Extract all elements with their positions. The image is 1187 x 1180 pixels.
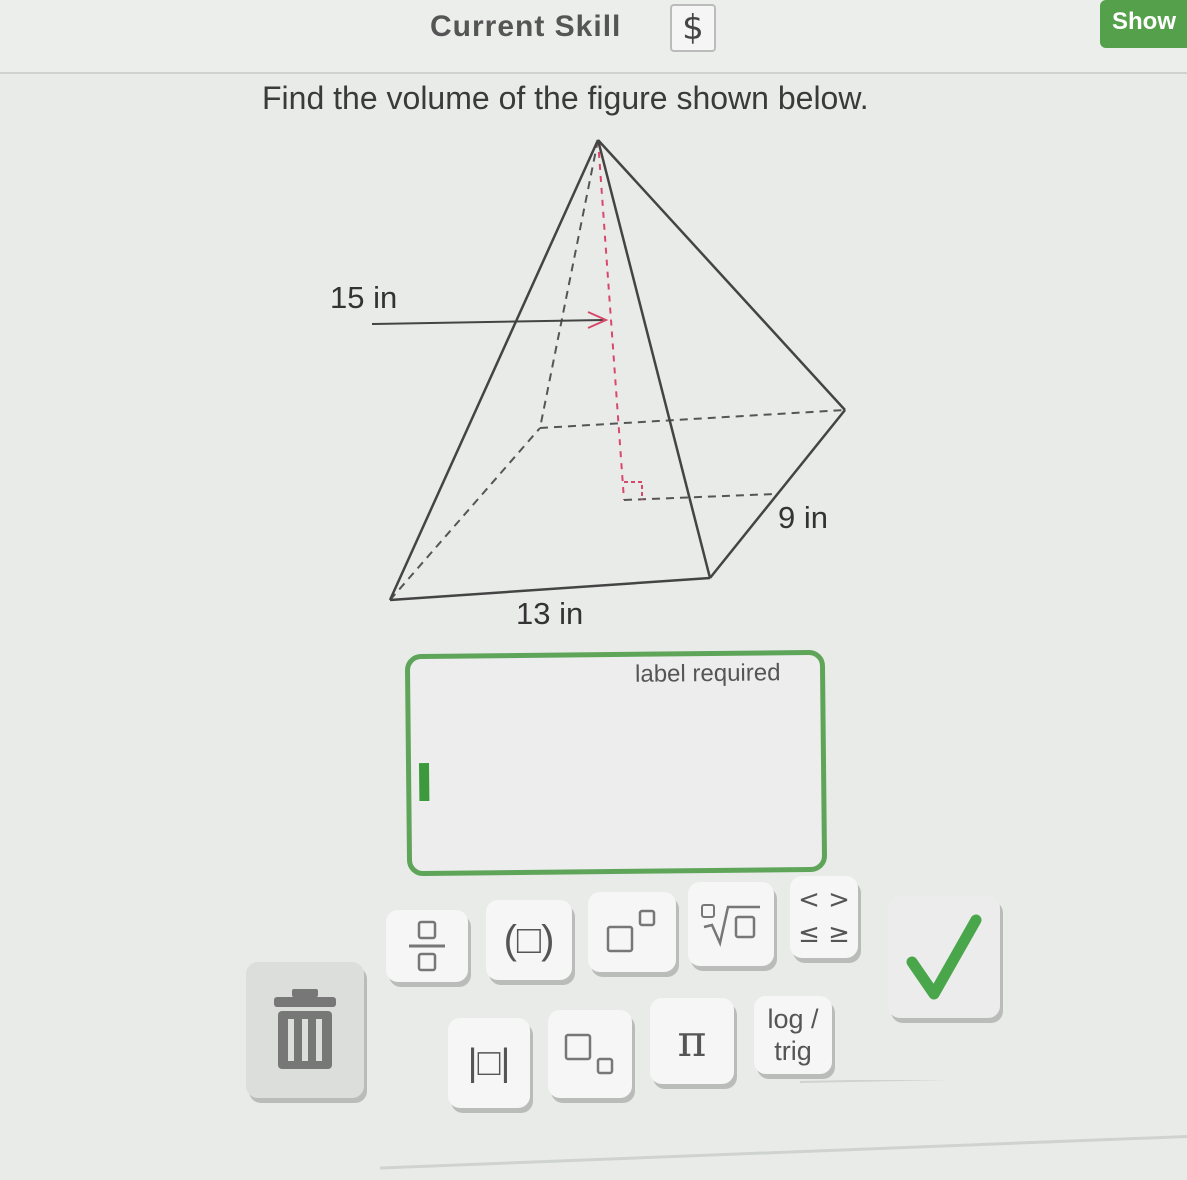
depth-label: 9 in xyxy=(778,500,828,535)
desk-edge xyxy=(380,1080,1187,1170)
inequalities-button[interactable]: < > ≤ ≥ xyxy=(790,876,858,958)
trig-label: trig xyxy=(774,1036,812,1066)
trash-icon xyxy=(274,989,336,1069)
inequality-row-strict: < > xyxy=(798,885,850,915)
hidden-base-edge-left xyxy=(389,427,541,601)
pyramid-figure xyxy=(371,139,846,602)
hidden-apex-edge xyxy=(539,139,599,429)
right-angle-marker xyxy=(624,481,643,500)
trash-button[interactable] xyxy=(246,962,364,1098)
lateral-edge-right xyxy=(597,139,846,411)
foot-to-edge-line xyxy=(623,493,776,501)
exponent-button[interactable] xyxy=(588,892,676,972)
answer-input[interactable]: label required xyxy=(404,649,828,877)
width-label: 13 in xyxy=(516,596,584,631)
base-edge-right xyxy=(709,409,846,579)
log-label: log / xyxy=(767,1004,819,1034)
lateral-edge-left xyxy=(388,139,600,601)
parentheses-button[interactable]: (□) xyxy=(486,900,572,980)
check-icon xyxy=(906,914,982,1000)
answer-placeholder: label required xyxy=(634,659,781,688)
root-icon xyxy=(701,904,760,947)
inequality-row-nonstrict: ≤ ≥ xyxy=(798,919,850,949)
fraction-icon xyxy=(409,920,445,972)
root-button[interactable] xyxy=(688,882,774,966)
log-trig-button[interactable]: log / trig xyxy=(754,996,832,1074)
exponent-icon xyxy=(606,909,656,953)
subscript-icon xyxy=(564,1033,614,1075)
height-arrow-shaft xyxy=(371,319,605,325)
fraction-button[interactable] xyxy=(386,910,468,982)
hidden-base-edge-back xyxy=(539,409,846,429)
height-label: 15 in xyxy=(330,280,398,315)
text-cursor xyxy=(418,762,430,802)
submit-button[interactable] xyxy=(888,896,1000,1018)
pi-button[interactable]: π xyxy=(650,998,734,1084)
